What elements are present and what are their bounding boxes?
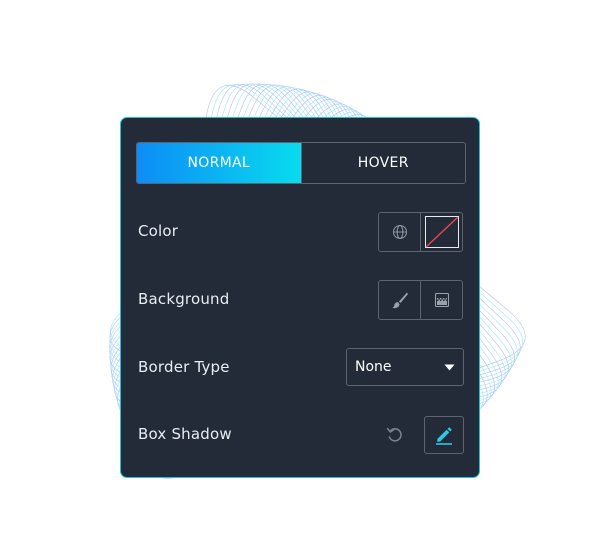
paint-brush-icon	[391, 292, 408, 309]
box-shadow-label: Box Shadow	[138, 425, 232, 443]
globe-icon	[392, 224, 407, 240]
background-classic-button[interactable]	[379, 281, 420, 319]
global-color-button[interactable]	[379, 213, 420, 251]
reset-icon[interactable]	[386, 425, 404, 445]
tab-normal[interactable]: NORMAL	[137, 143, 301, 183]
no-color-swatch-icon	[424, 216, 459, 248]
border-type-label: Border Type	[138, 358, 230, 376]
background-gradient-button[interactable]	[420, 281, 462, 319]
color-label: Color	[138, 222, 179, 240]
border-type-select[interactable]: None	[346, 348, 464, 386]
border-type-value: None	[355, 359, 392, 375]
gradient-icon	[434, 292, 449, 308]
caret-down-icon	[444, 364, 455, 371]
background-type-controls	[378, 280, 463, 320]
color-controls	[378, 212, 463, 252]
state-tabs: NORMAL HOVER	[136, 142, 466, 184]
style-controls-panel: NORMAL HOVER Color Background Border Typ…	[120, 117, 480, 478]
color-swatch-button[interactable]	[420, 213, 462, 251]
edit-box-shadow-button[interactable]	[424, 416, 464, 454]
background-label: Background	[138, 290, 230, 308]
pencil-icon	[436, 427, 452, 445]
tab-hover[interactable]: HOVER	[300, 143, 465, 183]
